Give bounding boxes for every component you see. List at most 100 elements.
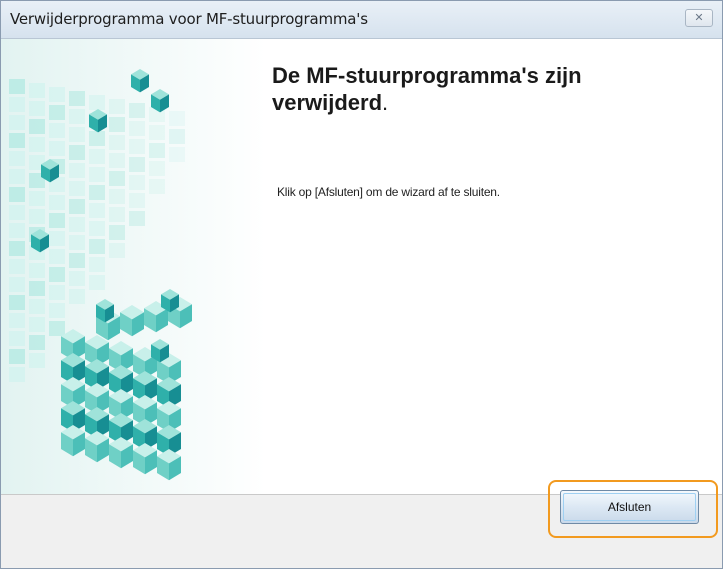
wall-cube: [29, 353, 45, 368]
heading-period: .: [382, 90, 389, 115]
wall-cube: [49, 87, 65, 102]
wall-cube: [89, 203, 105, 218]
wall-cube: [69, 109, 85, 124]
instruction-text: Klik op [Afsluten] om de wizard af te sl…: [277, 185, 500, 199]
wall-cube: [9, 313, 25, 328]
wall-cube: [129, 157, 145, 172]
wall-cube: [169, 129, 185, 144]
wall-cube: [69, 289, 85, 304]
cube-graphic: [1, 39, 266, 494]
wall-cube: [9, 241, 25, 256]
wall-cube: [69, 235, 85, 250]
finish-button-label: Afsluten: [607, 500, 652, 514]
wall-cube: [129, 121, 145, 136]
wall-cube: [149, 161, 165, 176]
wall-cube: [9, 223, 25, 238]
wall-cube: [49, 123, 65, 138]
wall-cube: [29, 281, 45, 296]
wall-cube: [129, 103, 145, 118]
close-button[interactable]: ✕: [685, 9, 713, 27]
wall-cube: [89, 275, 105, 290]
wall-cube: [109, 153, 125, 168]
wall-cube: [29, 101, 45, 116]
wall-cube: [149, 179, 165, 194]
wall-cube: [9, 331, 25, 346]
wall-cube: [29, 209, 45, 224]
finish-button[interactable]: Afsluten: [560, 490, 699, 524]
wall-cube: [9, 187, 25, 202]
wall-cube: [49, 267, 65, 282]
heading-line-2: verwijderd: [272, 90, 383, 115]
wall-cube: [49, 303, 65, 318]
wall-cube: [69, 91, 85, 106]
wall-cube: [149, 125, 165, 140]
wall-cube: [9, 79, 25, 94]
wall-cube: [29, 83, 45, 98]
wall-cube: [89, 221, 105, 236]
window-title: Verwijderprogramma voor MF-stuurprogramm…: [10, 10, 368, 28]
wall-cube: [89, 257, 105, 272]
wall-cube: [9, 367, 25, 382]
wall-cube: [69, 163, 85, 178]
wall-cube: [109, 171, 125, 186]
wall-cube: [69, 199, 85, 214]
wall-cube: [49, 141, 65, 156]
wall-cube: [29, 299, 45, 314]
wall-cube: [89, 95, 105, 110]
wall-cube: [29, 317, 45, 332]
wall-cube: [29, 119, 45, 134]
wall-cube: [129, 211, 145, 226]
wall-cube: [29, 191, 45, 206]
wall-cube: [89, 149, 105, 164]
wall-cube: [129, 175, 145, 190]
wall-cube: [9, 169, 25, 184]
wall-cube: [69, 253, 85, 268]
wall-cube: [29, 137, 45, 152]
wall-cube: [49, 195, 65, 210]
wall-cube: [109, 225, 125, 240]
wall-cube: [9, 97, 25, 112]
wall-cube: [69, 271, 85, 286]
wall-cube: [9, 277, 25, 292]
wall-cube: [89, 167, 105, 182]
wall-cube: [69, 217, 85, 232]
wall-cube: [49, 213, 65, 228]
wall-cube: [109, 207, 125, 222]
wall-cube: [29, 263, 45, 278]
wall-cube: [109, 243, 125, 258]
wall-cube: [49, 285, 65, 300]
wall-cube: [169, 111, 185, 126]
title-bar[interactable]: Verwijderprogramma voor MF-stuurprogramm…: [1, 1, 722, 39]
dialog-window: Verwijderprogramma voor MF-stuurprogramm…: [0, 0, 723, 569]
wall-cube: [9, 295, 25, 310]
wizard-content: De MF-stuurprogramma's zijn verwijderd. …: [1, 39, 722, 494]
close-icon: ✕: [694, 12, 704, 24]
wall-cube: [49, 321, 65, 336]
wall-cube: [9, 259, 25, 274]
heading-line-1: De MF-stuurprogramma's zijn: [272, 63, 582, 88]
wall-cube: [109, 117, 125, 132]
wall-cube: [9, 133, 25, 148]
wall-cube: [129, 193, 145, 208]
page-heading: De MF-stuurprogramma's zijn verwijderd.: [272, 62, 692, 116]
wall-cube: [49, 249, 65, 264]
wall-cube: [49, 105, 65, 120]
wall-cube: [109, 135, 125, 150]
wall-cube: [49, 231, 65, 246]
wall-cube: [89, 185, 105, 200]
wall-cube: [69, 127, 85, 142]
wall-cube: [109, 99, 125, 114]
wall-cube: [89, 239, 105, 254]
wall-cube: [109, 189, 125, 204]
wall-cube: [9, 151, 25, 166]
wall-cube: [169, 147, 185, 162]
wall-cube: [89, 131, 105, 146]
wall-cube: [9, 349, 25, 364]
wall-cube: [69, 145, 85, 160]
wall-cube: [149, 143, 165, 158]
wall-cube: [29, 335, 45, 350]
wall-cube: [129, 139, 145, 154]
wall-cube: [69, 181, 85, 196]
wall-cube: [9, 115, 25, 130]
wall-cube: [9, 205, 25, 220]
